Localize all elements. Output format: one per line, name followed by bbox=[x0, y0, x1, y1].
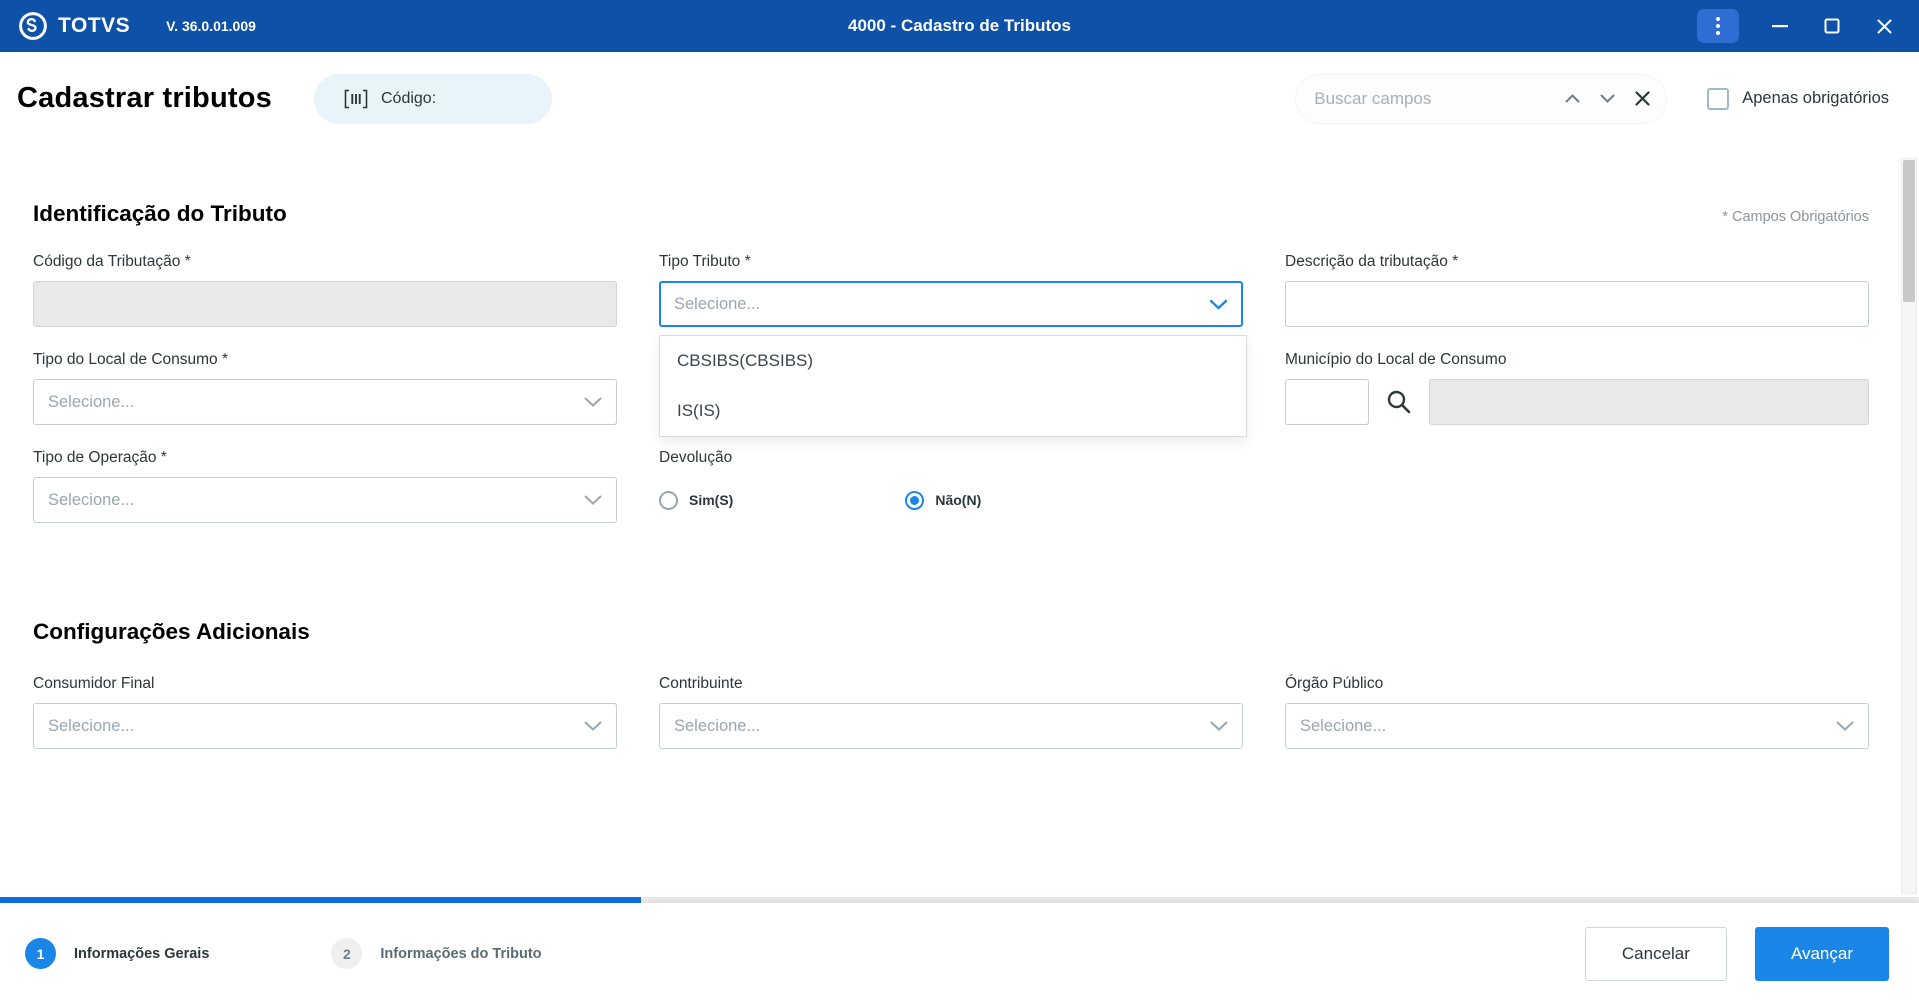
maximize-button[interactable] bbox=[1821, 15, 1843, 37]
consumidor-final-label: Consumidor Final bbox=[33, 675, 617, 693]
tipo-tributo-placeholder: Selecione... bbox=[674, 295, 760, 314]
barcode-icon bbox=[344, 89, 368, 109]
chevron-down-icon bbox=[1210, 721, 1228, 731]
codigo-tributacao-label: Código da Tributação * bbox=[33, 253, 617, 271]
window-title: 4000 - Cadastro de Tributos bbox=[0, 16, 1919, 36]
page-header: Cadastrar tributos Código: Apenas obriga… bbox=[0, 52, 1919, 145]
municipio-code-input[interactable] bbox=[1285, 379, 1369, 425]
chevron-down-icon bbox=[1209, 299, 1228, 310]
radio-nao[interactable]: Não(N) bbox=[905, 491, 981, 510]
step-1-circle[interactable]: 1 bbox=[25, 938, 56, 969]
cancel-button[interactable]: Cancelar bbox=[1585, 927, 1727, 981]
tipo-operacao-select[interactable]: Selecione... bbox=[33, 477, 617, 523]
step-2-circle[interactable]: 2 bbox=[331, 938, 362, 969]
search-clear-button[interactable] bbox=[1635, 91, 1650, 106]
window-controls bbox=[1697, 9, 1919, 43]
form-scroll-area: Identificação do Tributo * Campos Obriga… bbox=[0, 145, 1895, 897]
brand-name: TOTVS bbox=[58, 14, 130, 38]
only-required-label: Apenas obrigatórios bbox=[1742, 89, 1889, 108]
search-input[interactable] bbox=[1312, 88, 1545, 110]
minimize-button[interactable] bbox=[1769, 15, 1791, 37]
radio-icon[interactable] bbox=[659, 491, 678, 510]
tipo-local-placeholder: Selecione... bbox=[48, 393, 134, 412]
orgao-publico-select[interactable]: Selecione... bbox=[1285, 703, 1869, 749]
tipo-operacao-placeholder: Selecione... bbox=[48, 491, 134, 510]
tipo-operacao-label: Tipo de Operação * bbox=[33, 449, 617, 467]
only-required-checkbox[interactable]: Apenas obrigatórios bbox=[1707, 88, 1889, 110]
required-fields-note: * Campos Obrigatórios bbox=[1722, 209, 1869, 225]
search-next-button[interactable] bbox=[1600, 94, 1615, 103]
contribuinte-select[interactable]: Selecione... bbox=[659, 703, 1243, 749]
orgao-publico-label: Órgão Público bbox=[1285, 675, 1869, 693]
radio-sim-label: Sim(S) bbox=[689, 492, 733, 508]
descricao-input[interactable] bbox=[1285, 281, 1869, 327]
page-title: Cadastrar tributos bbox=[17, 82, 272, 115]
devolucao-label: Devolução bbox=[659, 449, 1243, 467]
titlebar: TOTVS V. 36.0.01.009 4000 - Cadastro de … bbox=[0, 0, 1919, 52]
municipio-name-input bbox=[1429, 379, 1869, 425]
brand: TOTVS V. 36.0.01.009 bbox=[0, 11, 256, 41]
descricao-label: Descrição da tributação * bbox=[1285, 253, 1869, 271]
section-title-configuracoes: Configurações Adicionais bbox=[33, 619, 310, 645]
field-search-bar bbox=[1295, 74, 1667, 124]
search-prev-button[interactable] bbox=[1565, 94, 1580, 103]
radio-selected-icon[interactable] bbox=[905, 491, 924, 510]
app-version: V. 36.0.01.009 bbox=[166, 18, 256, 34]
section-title-identificacao: Identificação do Tributo bbox=[33, 201, 287, 227]
devolucao-radio-group: Sim(S) Não(N) bbox=[659, 477, 1243, 523]
kebab-menu-button[interactable] bbox=[1697, 9, 1739, 43]
vertical-scrollbar[interactable] bbox=[1901, 158, 1917, 894]
step-2-label: Informações do Tributo bbox=[380, 946, 541, 962]
step-1-label: Informações Gerais bbox=[74, 946, 209, 962]
tipo-local-label: Tipo do Local de Consumo * bbox=[33, 351, 617, 369]
magnifier-icon[interactable] bbox=[1385, 388, 1413, 416]
chevron-down-icon bbox=[584, 495, 602, 505]
chevron-down-icon bbox=[584, 397, 602, 407]
codigo-label: Código: bbox=[381, 90, 436, 108]
radio-sim[interactable]: Sim(S) bbox=[659, 491, 733, 510]
chevron-down-icon bbox=[584, 721, 602, 731]
consumidor-final-select[interactable]: Selecione... bbox=[33, 703, 617, 749]
orgao-publico-placeholder: Selecione... bbox=[1300, 717, 1386, 736]
contribuinte-placeholder: Selecione... bbox=[674, 717, 760, 736]
codigo-tributacao-input bbox=[33, 281, 617, 327]
chevron-down-icon bbox=[1836, 721, 1854, 731]
totvs-logo-icon bbox=[18, 11, 48, 41]
tipo-local-select[interactable]: Selecione... bbox=[33, 379, 617, 425]
contribuinte-label: Contribuinte bbox=[659, 675, 1243, 693]
step-informacoes-gerais[interactable]: 1 Informações Gerais bbox=[25, 938, 209, 969]
dropdown-option-cbsibs[interactable]: CBSIBS(CBSIBS) bbox=[660, 336, 1246, 386]
next-button[interactable]: Avançar bbox=[1755, 927, 1889, 981]
scrollbar-thumb[interactable] bbox=[1903, 160, 1915, 302]
consumidor-final-placeholder: Selecione... bbox=[48, 717, 134, 736]
radio-nao-label: Não(N) bbox=[935, 492, 981, 508]
checkbox-icon[interactable] bbox=[1707, 88, 1729, 110]
municipio-label: Município do Local de Consumo bbox=[1285, 351, 1869, 369]
close-button[interactable] bbox=[1873, 15, 1895, 37]
tipo-tributo-select[interactable]: Selecione... bbox=[659, 281, 1243, 327]
tipo-tributo-dropdown: CBSIBS(CBSIBS) IS(IS) bbox=[659, 335, 1247, 437]
dropdown-option-is[interactable]: IS(IS) bbox=[660, 386, 1246, 436]
step-informacoes-do-tributo[interactable]: 2 Informações do Tributo bbox=[331, 938, 541, 969]
wizard-footer: 1 Informações Gerais 2 Informações do Tr… bbox=[0, 903, 1919, 1004]
codigo-badge: Código: bbox=[314, 74, 552, 124]
tipo-tributo-label: Tipo Tributo * bbox=[659, 253, 1243, 271]
